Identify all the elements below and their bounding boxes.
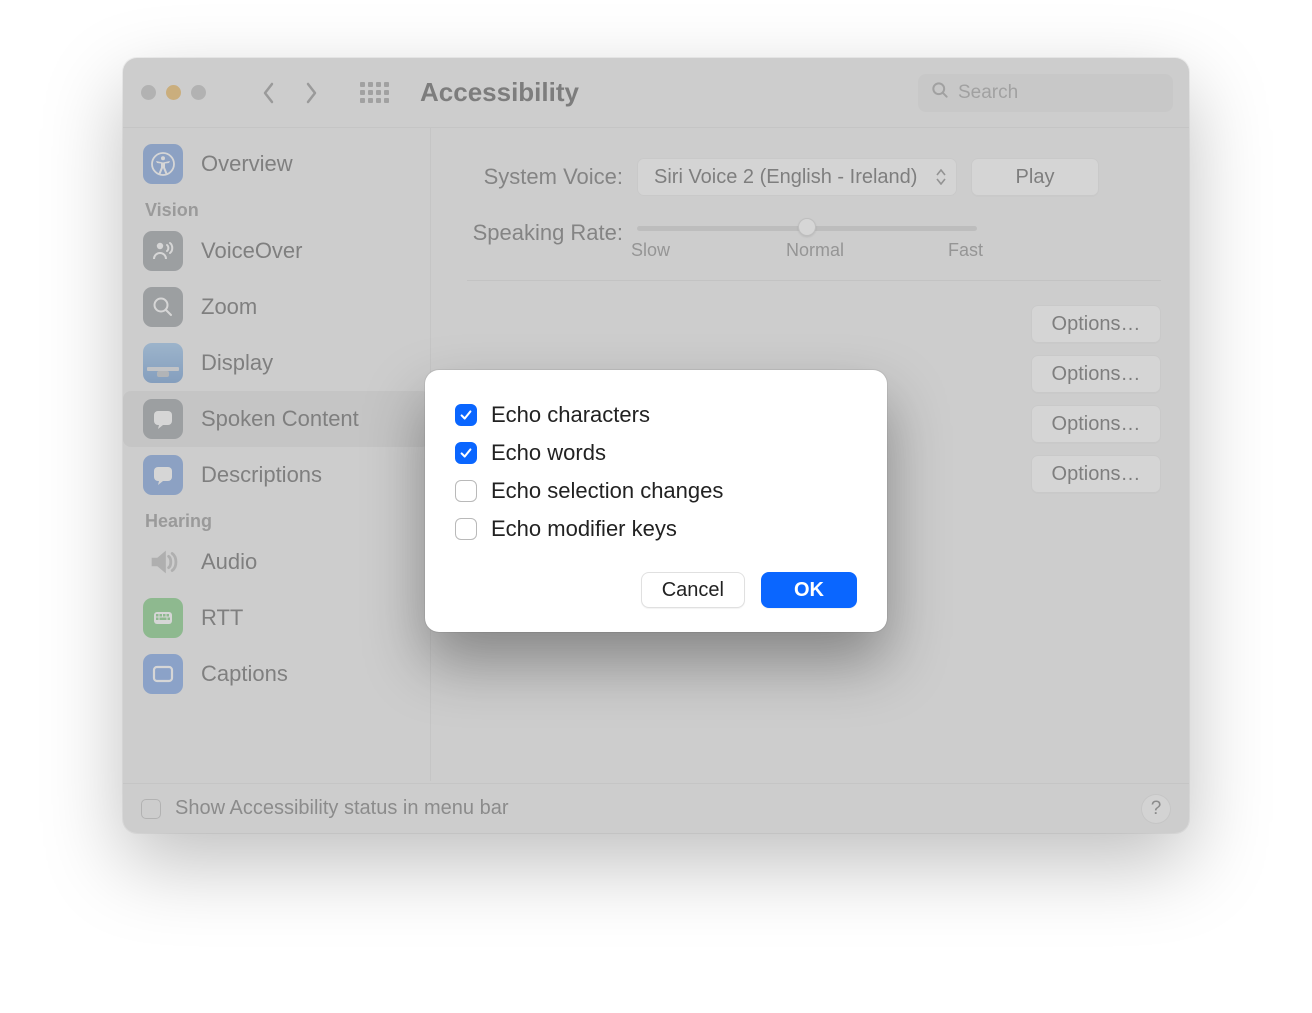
audio-icon	[143, 542, 183, 582]
echo-modifier-label: Echo modifier keys	[491, 516, 677, 542]
echo-words-label: Echo words	[491, 440, 606, 466]
captions-icon	[143, 654, 183, 694]
minimize-window-button[interactable]	[166, 85, 181, 100]
sidebar-section-hearing: Hearing	[123, 503, 430, 534]
divider	[467, 280, 1161, 281]
rate-slow-label: Slow	[631, 240, 670, 261]
sidebar-item-overview[interactable]: Overview	[123, 136, 430, 192]
spoken-content-icon	[143, 399, 183, 439]
page-title: Accessibility	[420, 77, 579, 108]
sidebar-item-label: RTT	[201, 605, 243, 631]
echo-modifier-row[interactable]: Echo modifier keys	[455, 510, 857, 548]
zoom-icon	[143, 287, 183, 327]
preferences-window: Accessibility Overview Vision	[123, 58, 1189, 833]
cancel-button[interactable]: Cancel	[641, 572, 745, 608]
sidebar-section-vision: Vision	[123, 192, 430, 223]
rtt-icon	[143, 598, 183, 638]
system-voice-select[interactable]: Siri Voice 2 (English - Ireland)	[637, 158, 957, 196]
sidebar-item-label: Descriptions	[201, 462, 322, 488]
sidebar-item-spoken-content[interactable]: Spoken Content	[123, 391, 430, 447]
echo-selection-label: Echo selection changes	[491, 478, 723, 504]
back-button[interactable]	[254, 78, 284, 108]
show-all-icon[interactable]	[360, 79, 388, 107]
echo-modifier-checkbox[interactable]	[455, 518, 477, 540]
sidebar-item-descriptions[interactable]: Descriptions	[123, 447, 430, 503]
options-button-3[interactable]: Options…	[1031, 405, 1161, 443]
show-status-label: Show Accessibility status in menu bar	[175, 797, 509, 820]
search-field[interactable]	[918, 74, 1173, 112]
footer: Show Accessibility status in menu bar ?	[123, 783, 1189, 833]
display-icon	[143, 343, 183, 383]
sidebar-item-audio[interactable]: Audio	[123, 534, 430, 590]
descriptions-icon	[143, 455, 183, 495]
echo-words-row[interactable]: Echo words	[455, 434, 857, 472]
play-button[interactable]: Play	[971, 158, 1099, 196]
search-icon	[930, 80, 950, 105]
help-button[interactable]: ?	[1141, 794, 1171, 824]
speaking-rate-slider[interactable]: Slow Normal Fast	[637, 218, 977, 258]
echo-characters-label: Echo characters	[491, 402, 650, 428]
system-voice-label: System Voice:	[467, 164, 623, 190]
show-status-checkbox[interactable]	[141, 799, 161, 819]
voiceover-icon	[143, 231, 183, 271]
sidebar-item-label: Spoken Content	[201, 406, 359, 432]
rate-fast-label: Fast	[948, 240, 983, 261]
search-input[interactable]	[958, 82, 1161, 104]
sidebar-item-captions[interactable]: Captions	[123, 646, 430, 702]
window-controls	[141, 85, 206, 100]
option-row-1: Options…	[467, 299, 1161, 349]
zoom-window-button[interactable]	[191, 85, 206, 100]
echo-selection-checkbox[interactable]	[455, 480, 477, 502]
echo-characters-row[interactable]: Echo characters	[455, 396, 857, 434]
forward-button[interactable]	[296, 78, 326, 108]
sidebar-item-voiceover[interactable]: VoiceOver	[123, 223, 430, 279]
echo-options-dialog: Echo characters Echo words Echo selectio…	[425, 370, 887, 632]
accessibility-icon	[143, 144, 183, 184]
sidebar-item-rtt[interactable]: RTT	[123, 590, 430, 646]
sidebar-item-label: Overview	[201, 151, 293, 177]
options-button-4[interactable]: Options…	[1031, 455, 1161, 493]
options-button-1[interactable]: Options…	[1031, 305, 1161, 343]
sidebar-item-label: Captions	[201, 661, 288, 687]
chevron-updown-icon	[936, 169, 946, 185]
sidebar-item-label: Zoom	[201, 294, 257, 320]
sidebar-item-display[interactable]: Display	[123, 335, 430, 391]
echo-selection-row[interactable]: Echo selection changes	[455, 472, 857, 510]
system-voice-value: Siri Voice 2 (English - Ireland)	[654, 166, 917, 189]
sidebar-item-label: Display	[201, 350, 273, 376]
echo-characters-checkbox[interactable]	[455, 404, 477, 426]
sidebar-item-label: Audio	[201, 549, 257, 575]
rate-normal-label: Normal	[786, 240, 844, 261]
echo-words-checkbox[interactable]	[455, 442, 477, 464]
nav-buttons	[254, 78, 326, 108]
titlebar: Accessibility	[123, 58, 1189, 128]
sidebar-item-zoom[interactable]: Zoom	[123, 279, 430, 335]
ok-button[interactable]: OK	[761, 572, 857, 608]
sidebar-item-label: VoiceOver	[201, 238, 303, 264]
options-button-2[interactable]: Options…	[1031, 355, 1161, 393]
sidebar: Overview Vision VoiceOver Zoom	[123, 128, 431, 781]
close-window-button[interactable]	[141, 85, 156, 100]
speaking-rate-label: Speaking Rate:	[467, 218, 623, 246]
